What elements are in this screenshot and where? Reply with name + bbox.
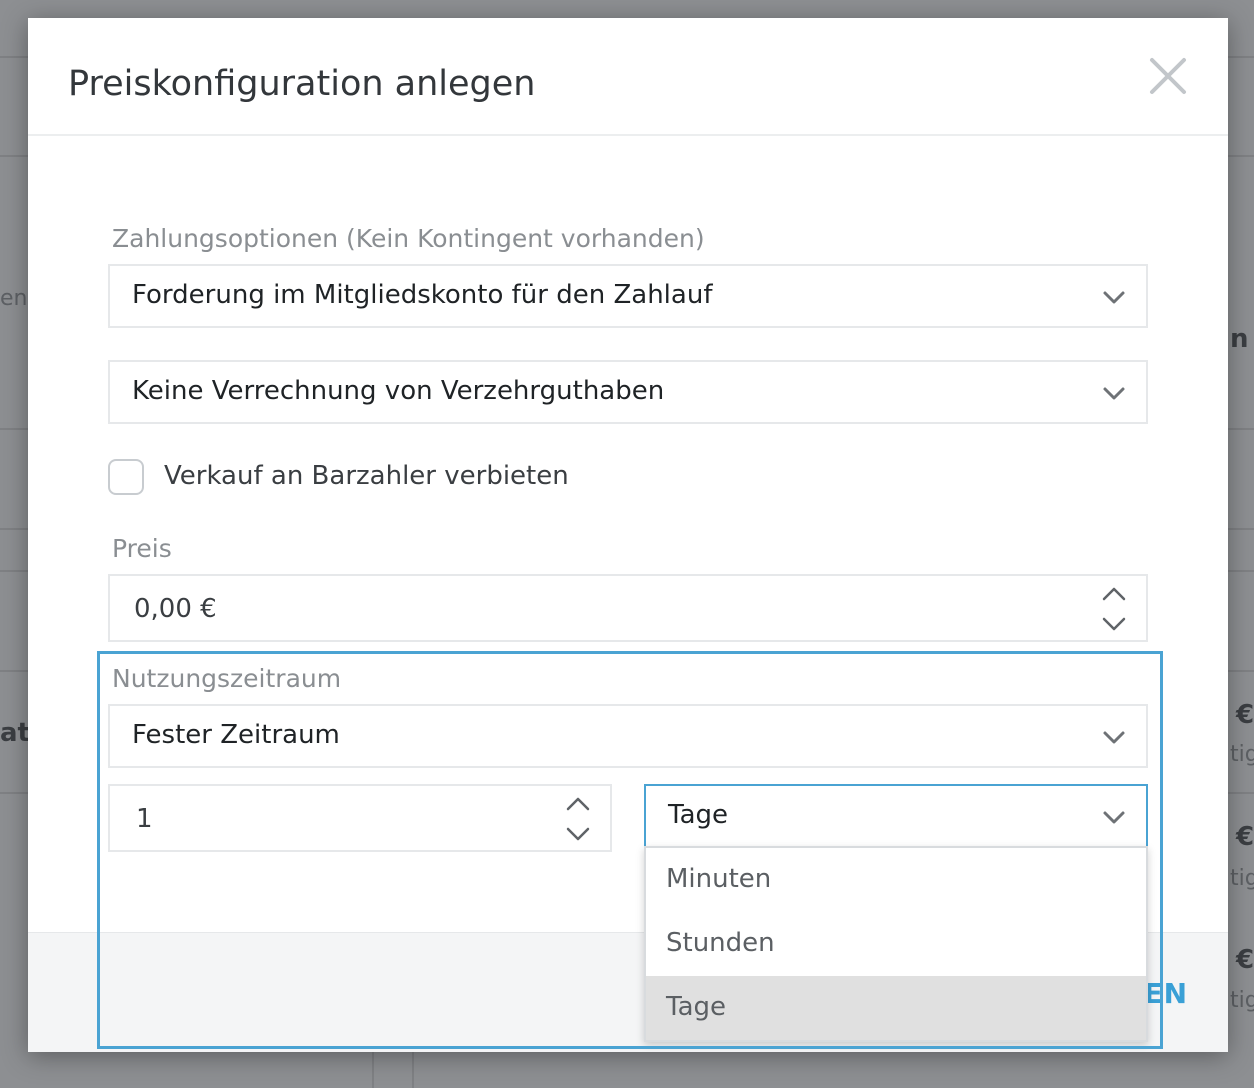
usage-amount-value: 1 — [136, 804, 153, 834]
credit-offset-value: Keine Verrechnung von Verzehrguthaben — [132, 376, 665, 406]
background-divider — [412, 1052, 414, 1088]
background-text: tig — [1230, 988, 1254, 1013]
cash-sale-label: Verkauf an Barzahler verbieten — [164, 461, 569, 491]
chevron-down-icon[interactable] — [564, 822, 592, 846]
usage-amount-input[interactable]: 1 — [108, 784, 612, 852]
dropdown-option-label: Stunden — [666, 928, 775, 958]
payment-option-value: Forderung im Mitgliedskonto für den Zahl… — [132, 280, 713, 310]
usage-unit-dropdown: Minuten Stunden Tage — [644, 846, 1148, 1042]
background-text: € — [1236, 700, 1254, 730]
price-value: 0,00 € — [134, 594, 217, 624]
usage-unit-select[interactable]: Tage — [644, 784, 1148, 848]
price-stepper — [1100, 582, 1128, 638]
background-text: en — [0, 286, 28, 311]
usage-unit-value: Tage — [668, 800, 729, 830]
chevron-down-icon — [1103, 731, 1125, 744]
usage-period-label: Nutzungszeitraum — [112, 664, 342, 693]
chevron-up-icon[interactable] — [1100, 582, 1128, 606]
dropdown-option-minuten[interactable]: Minuten — [646, 848, 1146, 912]
cash-sale-checkbox[interactable] — [108, 459, 144, 495]
background-text: tig — [1230, 742, 1254, 767]
background-text: € — [1236, 822, 1254, 852]
usage-type-value: Fester Zeitraum — [132, 720, 340, 750]
modal-header: Preiskonfiguration anlegen — [28, 18, 1228, 136]
price-input[interactable]: 0,00 € — [108, 574, 1148, 642]
credit-offset-select[interactable]: Keine Verrechnung von Verzehrguthaben — [108, 360, 1148, 424]
background-text: at — [0, 718, 30, 748]
background-divider — [372, 1052, 374, 1088]
payment-options-label: Zahlungsoptionen (Kein Kontingent vorhan… — [112, 224, 705, 253]
dropdown-option-label: Tage — [666, 992, 727, 1022]
usage-type-select[interactable]: Fester Zeitraum — [108, 704, 1148, 768]
chevron-down-icon — [1103, 387, 1125, 400]
payment-option-select[interactable]: Forderung im Mitgliedskonto für den Zahl… — [108, 264, 1148, 328]
background-text: n — [1230, 324, 1249, 354]
chevron-down-icon[interactable] — [1100, 612, 1128, 636]
close-button[interactable] — [1146, 54, 1190, 98]
price-config-modal: Preiskonfiguration anlegen Zahlungsoptio… — [28, 18, 1228, 1052]
chevron-down-icon — [1103, 291, 1125, 304]
background-text: tig — [1230, 866, 1254, 891]
dropdown-option-stunden[interactable]: Stunden — [646, 912, 1146, 976]
dropdown-option-tage[interactable]: Tage — [646, 976, 1146, 1040]
chevron-up-icon[interactable] — [564, 792, 592, 816]
close-icon — [1150, 58, 1186, 94]
footer-action-button[interactable]: EN — [1143, 977, 1188, 1010]
usage-amount-stepper — [564, 792, 592, 848]
dropdown-option-label: Minuten — [666, 864, 772, 894]
price-label: Preis — [112, 534, 172, 563]
background-text: € — [1236, 945, 1254, 975]
modal-title: Preiskonfiguration anlegen — [68, 64, 536, 104]
chevron-down-icon — [1103, 811, 1125, 824]
